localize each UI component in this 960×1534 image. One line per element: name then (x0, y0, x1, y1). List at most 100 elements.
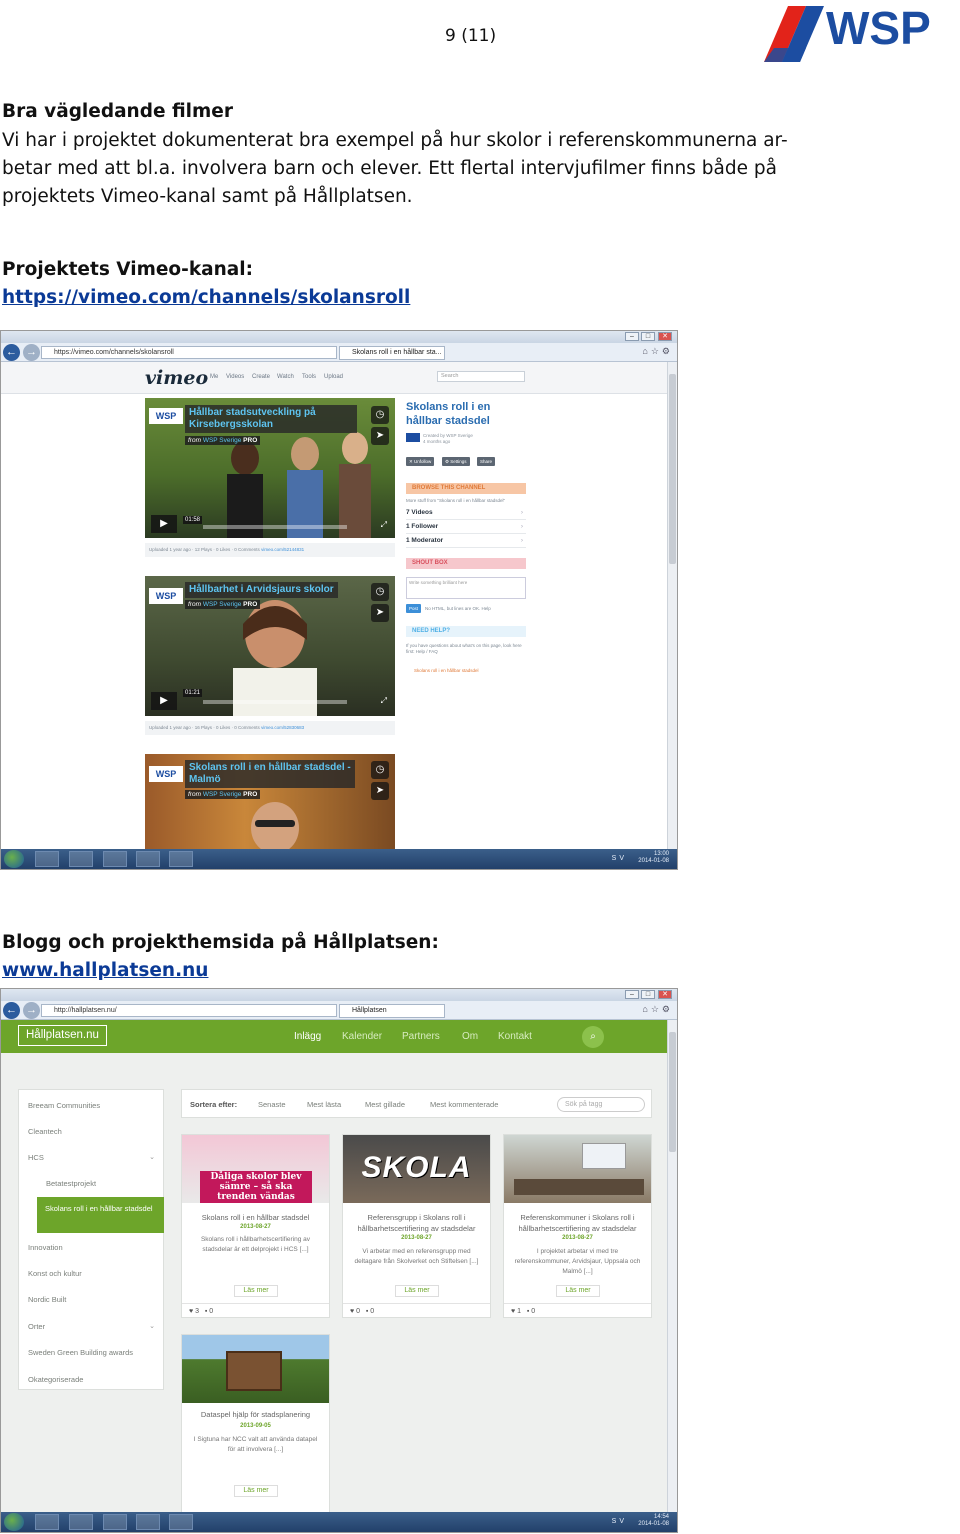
video-player-1[interactable]: WSP Hållbar stadsutveckling på Kirseberg… (145, 398, 395, 538)
watch-later-icon[interactable]: ◷ (371, 583, 389, 601)
category-okategoriserade[interactable]: Okategoriserade (28, 1375, 83, 1384)
channel-followers-link[interactable]: 1 Follower (406, 521, 526, 534)
vimeo-menu-upload[interactable]: Upload (324, 374, 343, 380)
home-star-gear-icons[interactable]: ⌂☆⚙ (642, 1004, 673, 1015)
vimeo-menu-videos[interactable]: Videos (226, 374, 244, 380)
video-player-2[interactable]: WSP Hållbarhet i Arvidsjaurs skolor from… (145, 576, 395, 716)
sort-mest-kommenterade[interactable]: Mest kommenterade (430, 1100, 498, 1109)
vimeo-logo[interactable]: vimeo (145, 367, 208, 389)
nav-partners[interactable]: Partners (402, 1031, 440, 1042)
address-bar[interactable]: https://vimeo.com/channels/skolansroll (41, 346, 337, 359)
video-progress-bar[interactable] (203, 525, 347, 529)
category-nordic-built[interactable]: Nordic Built (28, 1295, 66, 1304)
shout-textarea[interactable]: Write something brilliant here (406, 577, 526, 599)
vimeo-menu-create[interactable]: Create (252, 374, 270, 380)
category-breeam[interactable]: Breeam Communities (28, 1101, 100, 1110)
read-more-button[interactable]: Läs mer (234, 1485, 278, 1497)
chevron-down-icon[interactable]: ⌄ (149, 1153, 155, 1161)
fullscreen-icon[interactable]: ⤢ (381, 696, 387, 706)
hallplatsen-link[interactable]: www.hallplatsen.nu (2, 957, 208, 986)
explorer-icon[interactable] (69, 851, 93, 867)
start-icon[interactable] (4, 1513, 24, 1531)
folder-icon[interactable] (169, 851, 193, 867)
rss-link[interactable]: Skolans roll i en hållbar stadsdel (414, 668, 479, 674)
tray-clock[interactable]: 13:00 2014-01-08 (638, 851, 669, 865)
video-title-3[interactable]: Skolans roll i en hållbar stadsdel - Mal… (185, 760, 355, 788)
category-skolans-roll-active[interactable]: Skolans roll i en hållbar stadsdel (37, 1197, 164, 1233)
nav-inlagg[interactable]: Inlägg (294, 1031, 321, 1042)
share-icon[interactable]: ➤ (371, 782, 389, 800)
category-hcs[interactable]: HCS (28, 1153, 44, 1162)
share-button[interactable]: Share (477, 457, 496, 466)
folder-icon[interactable] (169, 1514, 193, 1530)
tag-search-input[interactable]: Sök på tagg (557, 1097, 645, 1112)
powerpoint-icon[interactable] (136, 851, 160, 867)
watch-later-icon[interactable]: ◷ (371, 761, 389, 779)
outlook-icon[interactable] (103, 1514, 127, 1530)
close-icon[interactable]: ✕ (658, 332, 672, 341)
vimeo-menu-tools[interactable]: Tools (302, 374, 316, 380)
vimeo-link[interactable]: https://vimeo.com/channels/skolansroll (2, 284, 410, 313)
home-star-gear-icons[interactable]: ⌂☆⚙ (642, 346, 673, 357)
browser-tab[interactable]: Hållplatsen (339, 1004, 445, 1018)
ie-icon[interactable] (35, 1514, 59, 1530)
close-icon[interactable]: ✕ (658, 990, 672, 999)
post-button[interactable]: Post (406, 604, 422, 613)
play-icon[interactable]: ▶ (151, 515, 177, 533)
ie-icon[interactable] (35, 851, 59, 867)
maximize-icon[interactable]: □ (641, 990, 655, 999)
forward-icon[interactable]: → (23, 1002, 40, 1019)
vimeo-search-input[interactable]: Search (437, 371, 525, 382)
category-innovation[interactable]: Innovation (28, 1243, 63, 1252)
minimize-icon[interactable]: – (625, 332, 639, 341)
nav-kalender[interactable]: Kalender (342, 1031, 382, 1042)
nav-om[interactable]: Om (462, 1031, 478, 1042)
tray-clock[interactable]: 14:54 2014-01-08 (638, 1514, 669, 1528)
category-cleantech[interactable]: Cleantech (28, 1127, 62, 1136)
post-card[interactable]: Dataspel hjälp för stadsplanering 2013-0… (181, 1334, 330, 1514)
post-card[interactable]: SKOLA Referensgrupp i Skolans roll i hål… (342, 1134, 491, 1318)
share-icon[interactable]: ➤ (371, 604, 389, 622)
powerpoint-icon[interactable] (136, 1514, 160, 1530)
video-progress-bar[interactable] (203, 700, 347, 704)
video-title-1[interactable]: Hållbar stadsutveckling på Kirsebergssko… (185, 405, 357, 433)
category-orter[interactable]: Orter (28, 1322, 45, 1331)
post-title[interactable]: Skolans roll i en hållbar stadsdel (188, 1212, 323, 1223)
search-icon[interactable]: ⌕ (582, 1026, 604, 1048)
category-konst[interactable]: Konst och kultur (28, 1269, 82, 1278)
maximize-icon[interactable]: □ (641, 332, 655, 341)
chevron-down-icon[interactable]: ⌄ (149, 1322, 155, 1330)
start-icon[interactable] (4, 850, 24, 868)
minimize-icon[interactable]: – (625, 990, 639, 999)
video-title-2[interactable]: Hållbarhet i Arvidsjaurs skolor (185, 582, 338, 598)
nav-kontakt[interactable]: Kontakt (498, 1031, 532, 1042)
post-card[interactable]: Dåliga skolor blev sämre – så ska trende… (181, 1134, 330, 1318)
scrollbar[interactable] (667, 362, 677, 849)
hallplatsen-logo[interactable]: Hållplatsen.nu (18, 1025, 107, 1046)
tray-language[interactable]: SV (612, 1518, 627, 1525)
category-betatest[interactable]: Betatestprojekt (46, 1179, 96, 1188)
post-title[interactable]: Referenskommuner i Skolans roll i hållba… (510, 1212, 645, 1234)
post-card[interactable]: Referenskommuner i Skolans roll i hållba… (503, 1134, 652, 1318)
browser-tab[interactable]: Skolans roll i en hållbar sta... (339, 346, 445, 360)
play-icon[interactable]: ▶ (151, 692, 177, 710)
video-player-3[interactable]: WSP Skolans roll i en hållbar stadsdel -… (145, 754, 395, 851)
unfollow-button[interactable]: ✕ Unfollow (406, 457, 435, 466)
channel-videos-link[interactable]: 7 Videos (406, 507, 526, 520)
sort-senaste[interactable]: Senaste (258, 1100, 286, 1109)
post-title[interactable]: Dataspel hjälp för stadsplanering (188, 1409, 323, 1420)
outlook-icon[interactable] (103, 851, 127, 867)
vimeo-menu-me[interactable]: Me (210, 374, 218, 380)
channel-moderators-link[interactable]: 1 Moderator (406, 535, 526, 548)
back-icon[interactable]: ← (3, 1002, 20, 1019)
forward-icon[interactable]: → (23, 344, 40, 361)
share-icon[interactable]: ➤ (371, 427, 389, 445)
explorer-icon[interactable] (69, 1514, 93, 1530)
vimeo-menu-watch[interactable]: Watch (277, 374, 294, 380)
address-bar[interactable]: http://hallplatsen.nu/ (41, 1004, 337, 1017)
read-more-button[interactable]: Läs mer (556, 1285, 600, 1297)
read-more-button[interactable]: Läs mer (395, 1285, 439, 1297)
fullscreen-icon[interactable]: ⤢ (381, 520, 387, 530)
sort-mest-lasta[interactable]: Mest lästa (307, 1100, 341, 1109)
category-sgba[interactable]: Sweden Green Building awards (28, 1348, 133, 1357)
